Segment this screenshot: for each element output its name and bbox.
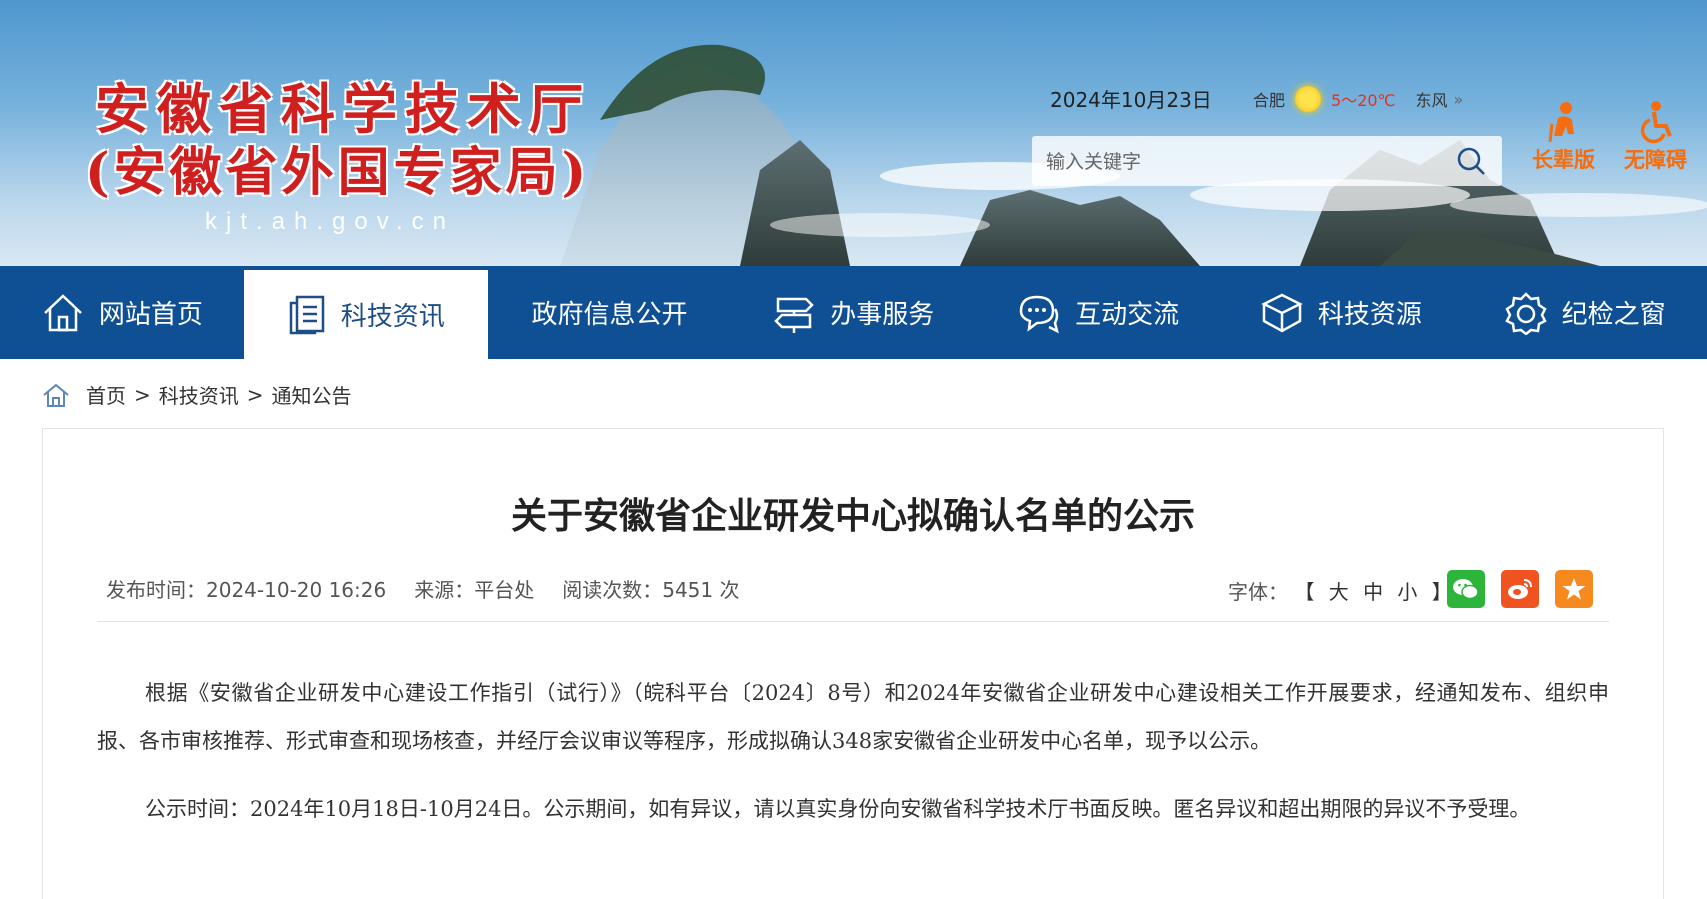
nav-label: 科技资源 — [1317, 300, 1422, 330]
weibo-icon — [1508, 579, 1532, 599]
logo-subtitle: (安徽省外国专家局) — [85, 142, 591, 203]
article-container: 关于安徽省企业研发中心拟确认名单的公示 发布时间：2024-10-20 16:2… — [42, 428, 1664, 899]
nav-label: 纪检之窗 — [1561, 300, 1666, 330]
site-header: 安徽省科学技术厅 (安徽省外国专家局) kjt.ah.gov.cn 2024年1… — [0, 0, 1707, 266]
search-input[interactable] — [1032, 136, 1448, 188]
accessibility-label: 无障碍 — [1624, 148, 1687, 172]
font-size-label: 字体： — [1228, 580, 1288, 604]
nav-item-gov-info[interactable]: 政府信息公开 — [488, 266, 732, 359]
breadcrumb-separator: > — [134, 382, 151, 407]
nav-item-discipline[interactable]: 纪检之窗 — [1463, 266, 1707, 359]
nav-item-interaction[interactable]: 互动交流 — [975, 266, 1219, 359]
cube-icon — [1261, 293, 1303, 332]
nav-label: 网站首页 — [98, 300, 203, 330]
article-meta: 发布时间：2024-10-20 16:26 来源：平台处 阅读次数：5451 次 — [106, 574, 740, 603]
main-nav: 网站首页 科技资讯 政府信息公开 办事服务 互动交流 科技资源 纪检之窗 — [0, 266, 1707, 359]
badge-icon — [1504, 291, 1547, 335]
home-icon — [43, 383, 69, 407]
nav-item-resources[interactable]: 科技资源 — [1219, 266, 1463, 359]
breadcrumb-separator: > — [246, 382, 264, 407]
accessibility-button[interactable]: 无障碍 — [1624, 100, 1687, 174]
nav-item-services[interactable]: 办事服务 — [731, 266, 975, 359]
chat-icon — [1019, 295, 1059, 333]
breadcrumb-home[interactable]: 首页 — [86, 380, 126, 409]
meta-divider — [97, 621, 1609, 622]
article-title: 关于安徽省企业研发中心拟确认名单的公示 — [510, 496, 1195, 537]
font-size-options[interactable]: 【 大 中 小 】 — [1294, 580, 1455, 604]
favorite-icon — [1562, 578, 1586, 600]
weather-city: 合肥 — [1253, 91, 1286, 110]
breadcrumb-tech-news[interactable]: 科技资讯 — [159, 380, 239, 409]
breadcrumb-notices[interactable]: 通知公告 — [272, 380, 352, 409]
wechat-icon — [1453, 579, 1479, 600]
font-size-switcher: 字体： 【 大 中 小 】 — [1228, 576, 1456, 605]
share-favorite-button[interactable] — [1555, 570, 1593, 608]
nav-item-home[interactable]: 网站首页 — [0, 266, 244, 359]
share-weibo-button[interactable] — [1501, 570, 1539, 608]
view-count: 阅读次数：5451 次 — [562, 578, 740, 602]
article-paragraph: 根据《安徽省企业研发中心建设工作指引（试行）》（皖科平台〔2024〕8号）和20… — [97, 681, 1609, 753]
double-chevron-right-icon[interactable]: » — [1454, 90, 1464, 109]
current-date: 2024年10月23日 — [1050, 88, 1212, 112]
weather-wind: 东风 — [1415, 91, 1448, 110]
breadcrumb: 首页 > 科技资讯 > 通知公告 — [42, 380, 352, 409]
weather-temp: 5～20℃ — [1331, 91, 1396, 110]
nav-label: 科技资讯 — [340, 302, 445, 332]
home-icon — [44, 293, 82, 331]
signpost-icon — [774, 297, 815, 333]
site-logo[interactable]: 安徽省科学技术厅 (安徽省外国专家局) kjt.ah.gov.cn — [85, 77, 591, 236]
article-paragraph: 公示时间：2024年10月18日-10月24日。公示期间，如有异议，请以真实身份… — [145, 797, 1531, 821]
nav-item-tech-news[interactable]: 科技资讯 — [243, 266, 488, 359]
logo-title: 安徽省科学技术厅 — [95, 77, 591, 141]
wheelchair-icon — [1640, 101, 1672, 144]
publish-time: 发布时间：2024-10-20 16:26 — [106, 578, 387, 602]
weather-widget: 合肥 5～20℃ 东风 » — [1253, 86, 1463, 112]
share-wechat-button[interactable] — [1447, 570, 1485, 608]
elder-version-button[interactable]: 长辈版 — [1532, 100, 1595, 174]
nav-label: 政府信息公开 — [531, 300, 688, 330]
elder-icon — [1548, 102, 1574, 143]
search-icon[interactable] — [1456, 146, 1486, 180]
document-icon — [289, 295, 324, 334]
elder-version-label: 长辈版 — [1532, 148, 1595, 172]
nav-label: 互动交流 — [1075, 300, 1180, 330]
search-box — [1032, 136, 1502, 188]
nav-label: 办事服务 — [830, 300, 935, 330]
article-source: 来源：平台处 — [414, 578, 535, 602]
logo-url: kjt.ah.gov.cn — [205, 208, 455, 235]
sun-icon — [1295, 86, 1322, 112]
